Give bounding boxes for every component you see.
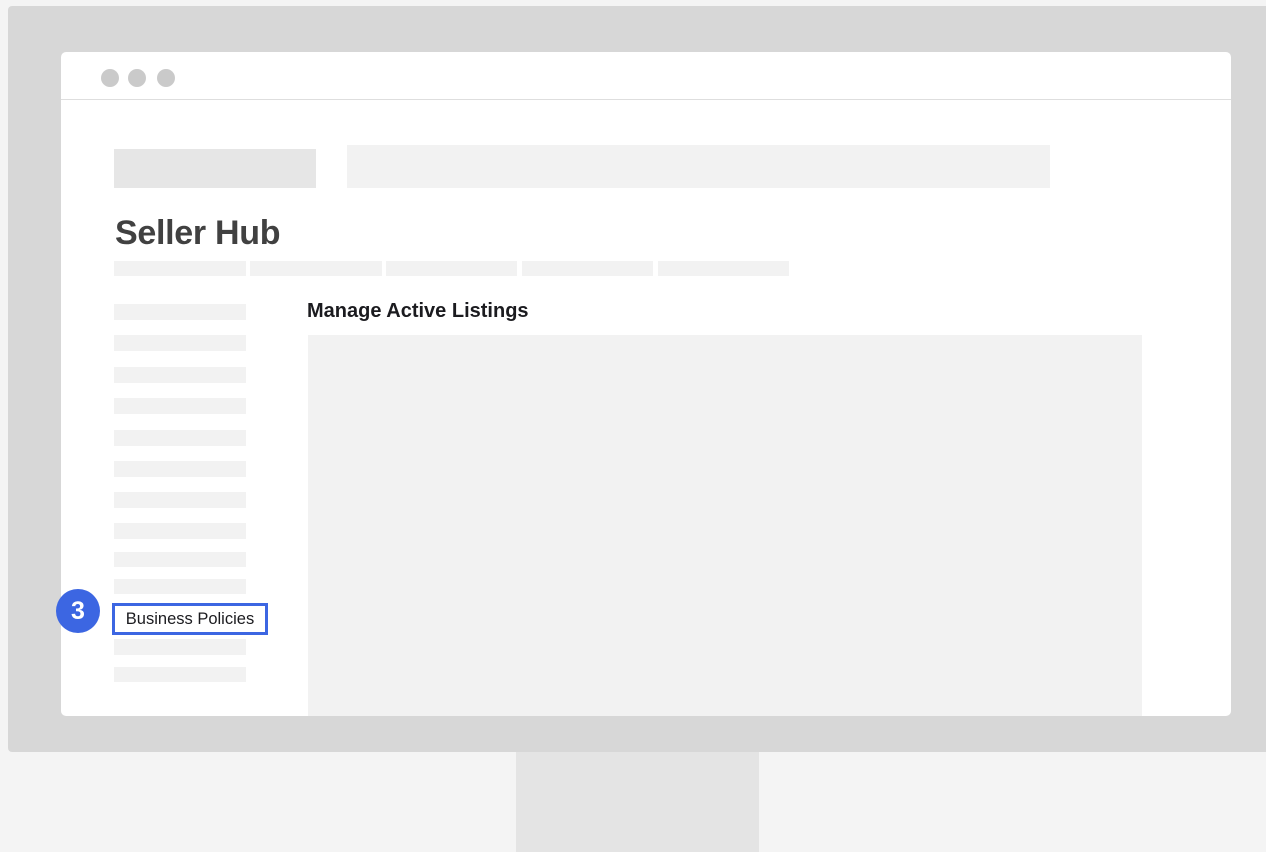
section-title: Manage Active Listings — [307, 300, 529, 322]
sidebar-item-placeholder[interactable] — [114, 398, 246, 414]
monitor-frame: Seller Hub Business Policies Manage Acti… — [8, 6, 1266, 752]
sidebar-item-placeholder[interactable] — [114, 639, 246, 655]
window-control-maximize[interactable] — [157, 69, 175, 87]
sidebar-item-placeholder[interactable] — [114, 304, 246, 320]
window-titlebar — [61, 52, 1231, 100]
logo-placeholder — [114, 149, 316, 188]
step-number-badge: 3 — [56, 589, 100, 633]
search-bar-placeholder[interactable] — [347, 145, 1050, 188]
sidebar-item-placeholder[interactable] — [114, 335, 246, 351]
sidebar-item-placeholder[interactable] — [114, 492, 246, 508]
tab-placeholder[interactable] — [522, 261, 653, 276]
tab-placeholder[interactable] — [386, 261, 517, 276]
page-title: Seller Hub — [115, 214, 281, 252]
tab-placeholder[interactable] — [658, 261, 789, 276]
window-control-minimize[interactable] — [128, 69, 146, 87]
sidebar-item-placeholder[interactable] — [114, 579, 246, 594]
sidebar-item-placeholder[interactable] — [114, 367, 246, 383]
sidebar-item-business-policies[interactable]: Business Policies — [112, 603, 268, 635]
sidebar-item-placeholder[interactable] — [114, 552, 246, 567]
monitor-stand — [516, 752, 759, 852]
tab-placeholder[interactable] — [250, 261, 382, 276]
window-control-close[interactable] — [101, 69, 119, 87]
sidebar-item-placeholder[interactable] — [114, 461, 246, 477]
sidebar-item-placeholder[interactable] — [114, 667, 246, 682]
tab-placeholder[interactable] — [114, 261, 246, 276]
listings-content-panel — [308, 335, 1142, 716]
sidebar-item-placeholder[interactable] — [114, 523, 246, 539]
sidebar-item-placeholder[interactable] — [114, 430, 246, 446]
browser-window: Seller Hub Business Policies Manage Acti… — [61, 52, 1231, 716]
